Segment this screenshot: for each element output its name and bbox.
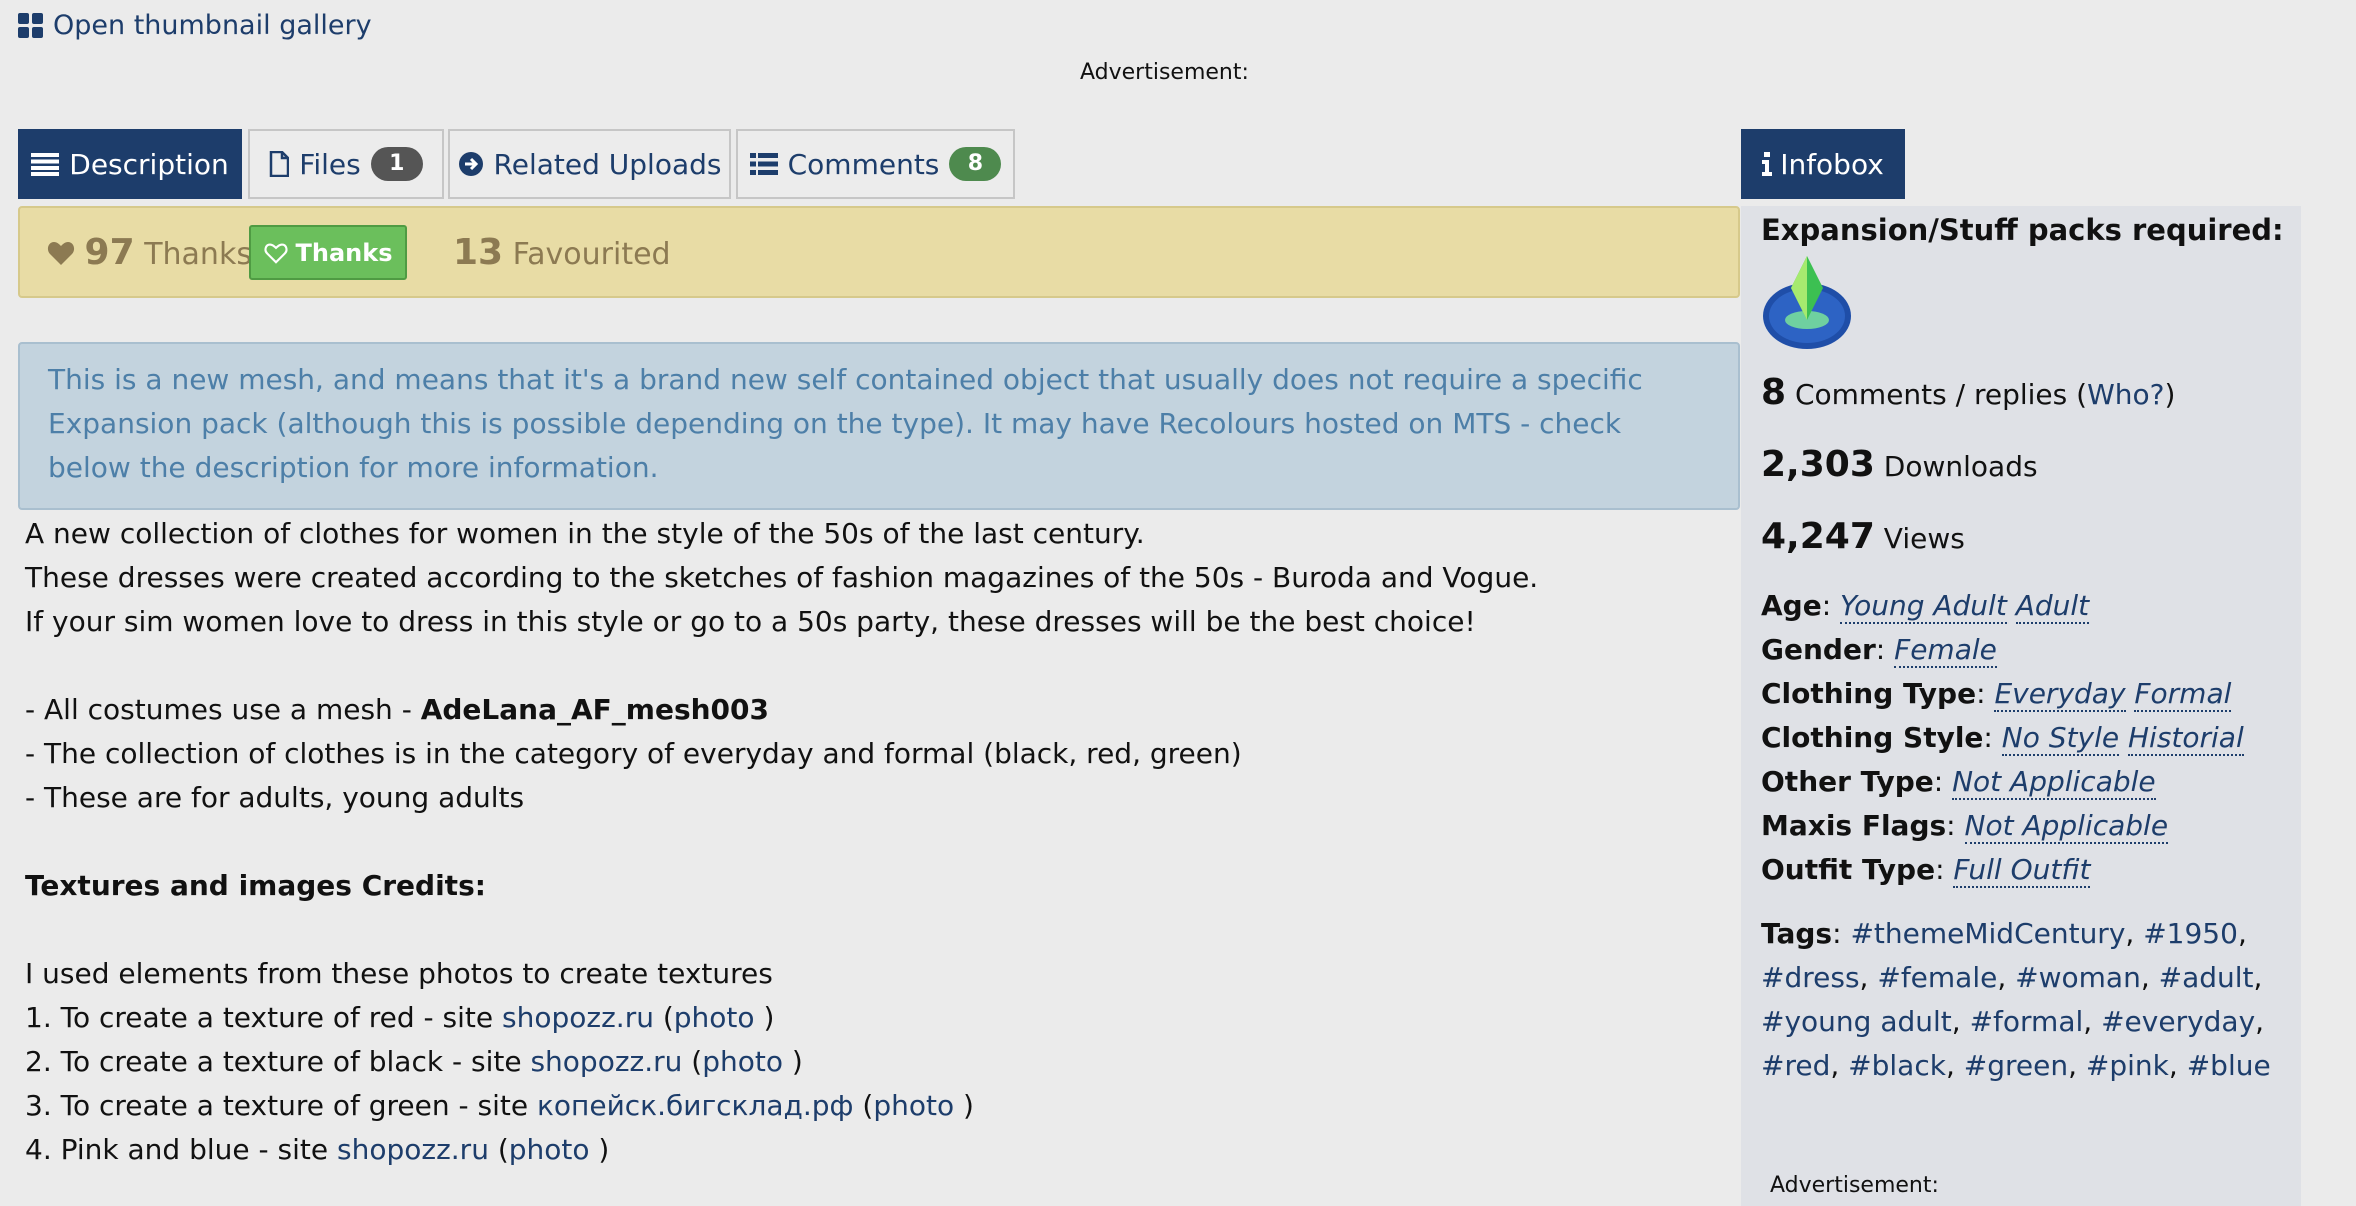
thanks-button[interactable]: Thanks <box>249 225 407 280</box>
field-value-link[interactable]: Historial <box>2127 721 2244 756</box>
gallery-link-label: Open thumbnail gallery <box>53 10 372 41</box>
downloads-stat: 2,303 Downloads <box>1761 444 2038 485</box>
field-outfit-type: Outfit Type: Full Outfit <box>1761 853 2091 888</box>
tag-link[interactable]: #red <box>1761 1049 1830 1082</box>
base-game-pack-icon <box>1763 256 1851 349</box>
credits-heading: Textures and images Credits: <box>25 869 486 902</box>
who-link[interactable]: Who? <box>2087 378 2164 411</box>
tab-description-label: Description <box>69 147 229 181</box>
field-value-link[interactable]: Adult <box>2015 589 2090 624</box>
comments-stat: 8 Comments / replies (Who?) <box>1761 372 2176 413</box>
description-line: These dresses were created according to … <box>25 561 1539 594</box>
tab-infobox[interactable]: Infobox <box>1741 129 1905 199</box>
thanks-bar: 97 Thanks Thanks 13 Favourited <box>18 206 1740 298</box>
description-body: A new collection of clothes for women in… <box>25 512 1725 1172</box>
tab-related-uploads[interactable]: Related Uploads <box>448 129 731 199</box>
credit-site-link[interactable]: копейск.бигсклад.рф <box>537 1089 854 1122</box>
list-icon <box>31 153 60 176</box>
tab-related-uploads-label: Related Uploads <box>493 147 722 181</box>
field-gender: Gender: Female <box>1761 633 1997 668</box>
tags-list: Tags: #themeMidCentury, #1950, #dress, #… <box>1761 917 2271 1082</box>
description-line: A new collection of clothes for women in… <box>25 517 1145 550</box>
tag-link[interactable]: #woman <box>2015 961 2141 994</box>
field-value-link[interactable]: Not Applicable <box>1964 809 2169 844</box>
field-value-link[interactable]: Full Outfit <box>1953 853 2091 888</box>
tag-link[interactable]: #female <box>1877 961 1997 994</box>
advertisement-label: Advertisement: <box>1770 1173 1939 1198</box>
tag-link[interactable]: #everyday <box>2101 1005 2255 1038</box>
field-clothing-type: Clothing Type: Everyday Formal <box>1761 677 2232 712</box>
description-line: - All costumes use a mesh - AdeLana_AF_m… <box>25 693 769 726</box>
files-count-badge: 1 <box>370 147 423 181</box>
infobox-fields: Age: Young Adult Adult Gender: Female Cl… <box>1761 584 2301 892</box>
field-value-link[interactable]: Young Adult <box>1840 589 2007 624</box>
credit-site-link[interactable]: shopozz.ru <box>337 1133 489 1166</box>
description-line: If your sim women love to dress in this … <box>25 605 1476 638</box>
credit-photo-link[interactable]: photo <box>702 1045 783 1078</box>
tab-files-label: Files <box>299 147 361 181</box>
credit-photo-link[interactable]: photo <box>509 1133 590 1166</box>
tag-link[interactable]: #black <box>1848 1049 1946 1082</box>
field-age: Age: Young Adult Adult <box>1761 589 2090 624</box>
advertisement-label: Advertisement: <box>1080 60 1249 85</box>
thanks-count: 97 Thanks <box>47 232 252 273</box>
description-line: - These are for adults, young adults <box>25 781 525 814</box>
grid-icon <box>18 13 43 38</box>
tag-link[interactable]: #blue <box>2187 1049 2271 1082</box>
field-clothing-style: Clothing Style: No Style Historial <box>1761 721 2244 756</box>
credit-line: 4. Pink and blue - site shopozz.ru (phot… <box>25 1133 610 1166</box>
tag-link[interactable]: #dress <box>1761 961 1860 994</box>
credit-site-link[interactable]: shopozz.ru <box>502 1001 654 1034</box>
new-mesh-notice: This is a new mesh, and means that it's … <box>18 342 1740 510</box>
field-other-type: Other Type: Not Applicable <box>1761 765 2156 800</box>
credit-photo-link[interactable]: photo <box>873 1089 954 1122</box>
tag-link[interactable]: #green <box>1964 1049 2068 1082</box>
tab-comments-label: Comments <box>787 147 940 181</box>
heart-outline-icon <box>263 242 288 264</box>
packs-required-label: Expansion/Stuff packs required: <box>1761 213 2284 247</box>
field-value-link[interactable]: Female <box>1894 633 1997 668</box>
tab-files[interactable]: Files 1 <box>248 129 444 199</box>
credit-line: 2. To create a texture of black - site s… <box>25 1045 803 1078</box>
tag-link[interactable]: #formal <box>1970 1005 2084 1038</box>
tag-link[interactable]: #1950 <box>2143 917 2238 950</box>
credit-site-link[interactable]: shopozz.ru <box>530 1045 682 1078</box>
arrow-circle-right-icon <box>458 152 483 176</box>
views-stat: 4,247 Views <box>1761 516 1965 557</box>
field-value-link[interactable]: Everyday <box>1994 677 2126 712</box>
heart-icon <box>47 242 75 265</box>
credit-photo-link[interactable]: photo <box>674 1001 755 1034</box>
tag-link[interactable]: #pink <box>2086 1049 2169 1082</box>
field-value-link[interactable]: Not Applicable <box>1952 765 2156 800</box>
credits-intro: I used elements from these photos to cre… <box>25 957 773 990</box>
favourited-count: 13 Favourited <box>453 232 671 273</box>
tab-comments[interactable]: Comments 8 <box>736 129 1015 199</box>
file-icon <box>270 151 290 177</box>
tag-link[interactable]: #young adult <box>1761 1005 1952 1038</box>
tag-link[interactable]: #themeMidCentury <box>1850 917 2125 950</box>
field-maxis-flags: Maxis Flags: Not Applicable <box>1761 809 2169 844</box>
open-thumbnail-gallery-link[interactable]: Open thumbnail gallery <box>18 10 372 41</box>
field-value-link[interactable]: Formal <box>2134 677 2232 712</box>
field-value-link[interactable]: No Style <box>2001 721 2120 756</box>
info-icon <box>1762 152 1773 176</box>
tag-link[interactable]: #adult <box>2159 961 2254 994</box>
mesh-name: AdeLana_AF_mesh003 <box>420 693 769 726</box>
credit-line: 3. To create a texture of green - site к… <box>25 1089 974 1122</box>
tab-description[interactable]: Description <box>18 129 242 199</box>
list-icon <box>749 153 778 175</box>
comments-count-badge: 8 <box>949 147 1002 181</box>
credit-line: 1. To create a texture of red - site sho… <box>25 1001 775 1034</box>
infobox-content: Expansion/Stuff packs required: 8 Commen… <box>1761 206 2301 1088</box>
description-line: - The collection of clothes is in the ca… <box>25 737 1242 770</box>
